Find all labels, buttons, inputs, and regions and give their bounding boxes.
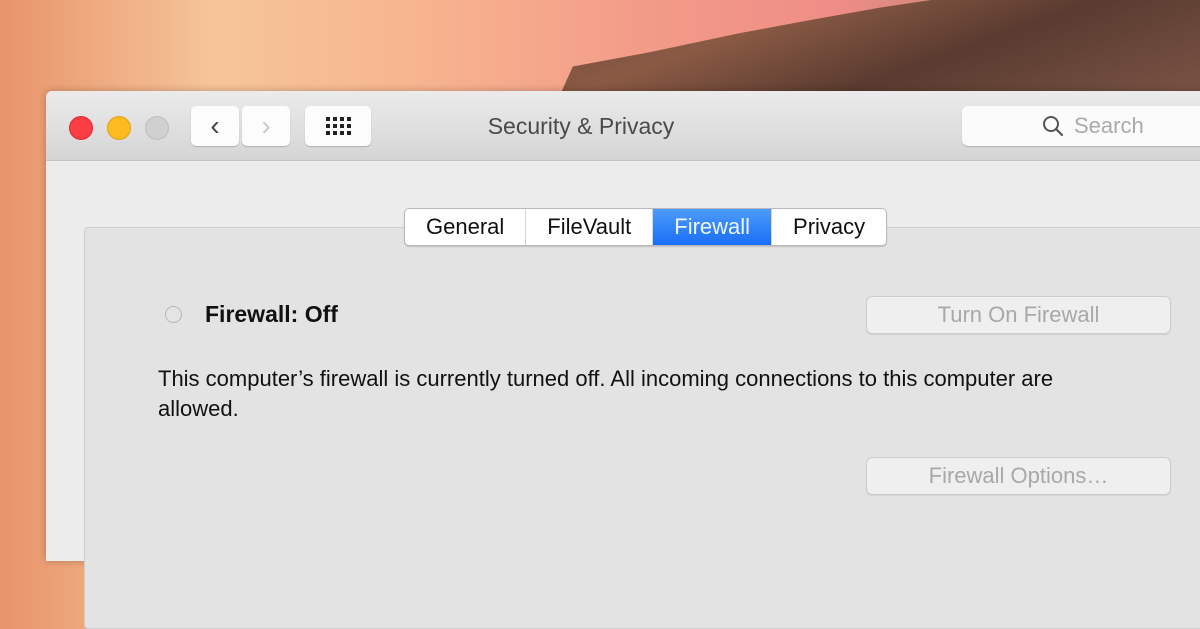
tab-filevault[interactable]: FileVault [526, 209, 654, 245]
firewall-description: This computer’s firewall is currently tu… [158, 366, 1054, 421]
title-bar: ‹ › Security & Privacy Search [46, 91, 1200, 161]
tab-firewall[interactable]: Firewall [653, 209, 773, 245]
firewall-panel [84, 227, 1200, 629]
firewall-status: Firewall: Off [205, 301, 338, 327]
tab-bar: General FileVault Firewall Privacy [404, 208, 888, 246]
turn-on-firewall-button[interactable]: Turn On Firewall [866, 296, 1171, 334]
tab-privacy[interactable]: Privacy [772, 209, 886, 245]
desktop-wallpaper [560, 0, 1200, 95]
preferences-window: ‹ › Security & Privacy Search General Fi… [46, 91, 1200, 629]
search-icon [1043, 116, 1064, 137]
tab-general[interactable]: General [405, 209, 527, 245]
status-indicator-icon [165, 306, 182, 323]
search-field[interactable]: Search [962, 106, 1200, 146]
search-placeholder: Search [1074, 113, 1144, 138]
firewall-options-button[interactable]: Firewall Options… [866, 457, 1171, 495]
